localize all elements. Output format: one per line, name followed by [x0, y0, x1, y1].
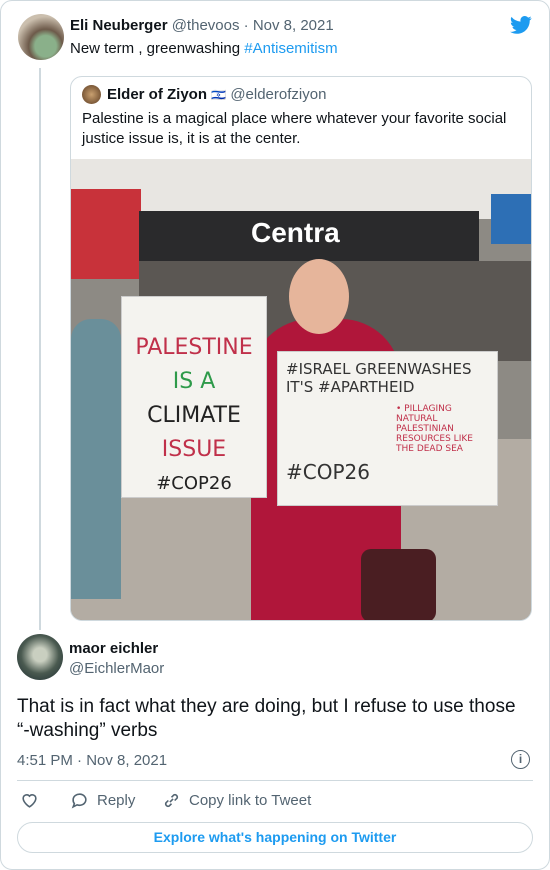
quoted-author-avatar [82, 85, 101, 104]
reply-bubble-icon [71, 793, 87, 809]
link-icon [164, 793, 179, 808]
reply-tweet-text: That is in fact what they are doing, but… [17, 696, 516, 741]
store-sign: Centra [251, 217, 340, 248]
twitter-logo-icon[interactable] [508, 14, 534, 36]
separator: · [243, 17, 249, 34]
reply-author-avatar[interactable] [17, 634, 63, 680]
info-icon[interactable]: i [511, 750, 530, 769]
parent-tweet-text: New term , greenwashing [70, 40, 245, 57]
thread-line [39, 68, 41, 630]
parent-author-avatar[interactable] [18, 14, 64, 60]
like-button[interactable] [20, 791, 39, 814]
parent-author-handle[interactable]: @thevoos [172, 17, 240, 34]
parent-author-name[interactable]: Eli Neuberger [70, 17, 168, 34]
explore-twitter-button[interactable]: Explore what's happening on Twitter [17, 822, 533, 853]
left-protest-sign: PALESTINE IS A CLIMATE ISSUE #COP26 [121, 296, 267, 498]
parent-tweet-date[interactable]: Nov 8, 2021 [253, 17, 334, 34]
reply-label: Reply [97, 792, 136, 809]
hashtag-link[interactable]: #Antisemitism [244, 40, 337, 57]
reply-button[interactable]: Reply [70, 791, 135, 810]
reply-author-name[interactable]: maor eichler [69, 640, 158, 657]
reply-timestamp[interactable]: 4:51 PM · Nov 8, 2021 [17, 752, 167, 769]
heart-icon [22, 794, 37, 808]
copy-link-button[interactable]: Copy link to Tweet [162, 791, 311, 810]
divider [17, 780, 533, 781]
copy-link-label: Copy link to Tweet [189, 792, 312, 809]
right-protest-sign: #ISRAEL GREENWASHES IT'S #APARTHEID • PI… [277, 351, 498, 506]
quoted-tweet-photo[interactable]: Centra PALESTINE IS A CLIMATE ISSUE #COP… [71, 159, 531, 620]
quoted-author-name: Elder of Ziyon [107, 86, 208, 103]
israel-flag-icon: 🇮🇱 [211, 88, 227, 102]
reply-author-handle[interactable]: @EichlerMaor [69, 660, 164, 677]
quoted-tweet[interactable]: Elder of Ziyon 🇮🇱 @elderofziyon Palestin… [70, 76, 532, 621]
quoted-author-handle: @elderofziyon [230, 86, 327, 103]
quoted-tweet-text: Palestine is a magical place where whate… [82, 110, 507, 147]
